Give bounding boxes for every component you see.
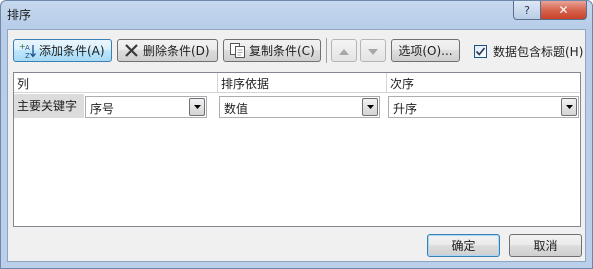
- delete-condition-button[interactable]: 删除条件(D): [117, 39, 218, 62]
- sort-levels-grid: 列 排序依据 次序 主要关键字 序号 数值 升序: [13, 72, 581, 227]
- column-select-value: 序号: [90, 102, 115, 116]
- has-headers-checkbox[interactable]: [474, 45, 487, 58]
- order-select[interactable]: 升序: [388, 96, 579, 118]
- sort-on-select-value: 数值: [224, 102, 249, 116]
- dialog-body: + A Z 添加条件(A) 删除条件(D) 复制条件(C) 选项(O)... 数…: [7, 29, 586, 262]
- title-bar: 排序 ? ✕: [1, 1, 592, 27]
- copy-condition-button[interactable]: 复制条件(C): [223, 39, 321, 62]
- chevron-down-icon: [366, 105, 374, 109]
- column-dropdown-button[interactable]: [189, 98, 205, 116]
- copy-icon: [229, 42, 246, 59]
- column-header-sort-on: 排序依据: [221, 77, 270, 91]
- move-up-button[interactable]: [331, 39, 357, 62]
- checkmark-icon: [475, 47, 486, 56]
- triangle-up-icon: [339, 44, 349, 58]
- sort-on-dropdown-button[interactable]: [362, 98, 378, 116]
- copy-condition-label: 复制条件(C): [249, 44, 315, 58]
- svg-text:A: A: [25, 44, 30, 52]
- sort-dialog: 排序 ? ✕ + A Z 添加条件(A) 删除条件(D) 复制条件(C) 选项(…: [0, 0, 593, 269]
- triangle-down-icon: [368, 44, 378, 58]
- add-condition-label: 添加条件(A): [39, 44, 105, 58]
- delete-x-icon: [123, 42, 140, 59]
- column-header-column: 列: [17, 77, 30, 91]
- header-divider: [217, 73, 218, 92]
- sort-on-select[interactable]: 数值: [219, 96, 380, 118]
- toolbar-separator: [326, 38, 327, 63]
- help-button[interactable]: ?: [513, 1, 541, 20]
- move-down-button[interactable]: [360, 39, 386, 62]
- column-select[interactable]: 序号: [85, 96, 207, 118]
- options-button[interactable]: 选项(O)...: [391, 39, 460, 62]
- grid-header: 列 排序依据 次序: [14, 73, 580, 93]
- row-label: 主要关键字: [14, 94, 84, 118]
- close-button[interactable]: ✕: [540, 1, 587, 20]
- header-divider: [386, 73, 387, 92]
- chevron-down-icon: [193, 105, 201, 109]
- add-condition-button[interactable]: + A Z 添加条件(A): [13, 39, 112, 62]
- options-label: 选项(O)...: [398, 44, 453, 58]
- has-headers-option[interactable]: 数据包含标题(H): [474, 43, 583, 60]
- delete-condition-label: 删除条件(D): [143, 44, 210, 58]
- ok-button[interactable]: 确定: [427, 234, 500, 257]
- sort-level-row[interactable]: 主要关键字 序号 数值 升序: [14, 94, 580, 118]
- chevron-down-icon: [565, 105, 573, 109]
- add-sort-icon: + A Z: [19, 42, 36, 60]
- order-dropdown-button[interactable]: [561, 98, 577, 116]
- cancel-button[interactable]: 取消: [509, 234, 582, 257]
- has-headers-label: 数据包含标题(H): [493, 45, 584, 59]
- help-icon: ?: [524, 3, 530, 17]
- close-icon: ✕: [558, 3, 569, 17]
- column-header-order: 次序: [390, 77, 415, 91]
- dialog-title: 排序: [7, 8, 32, 22]
- svg-text:Z: Z: [25, 52, 30, 59]
- order-select-value: 升序: [393, 102, 418, 116]
